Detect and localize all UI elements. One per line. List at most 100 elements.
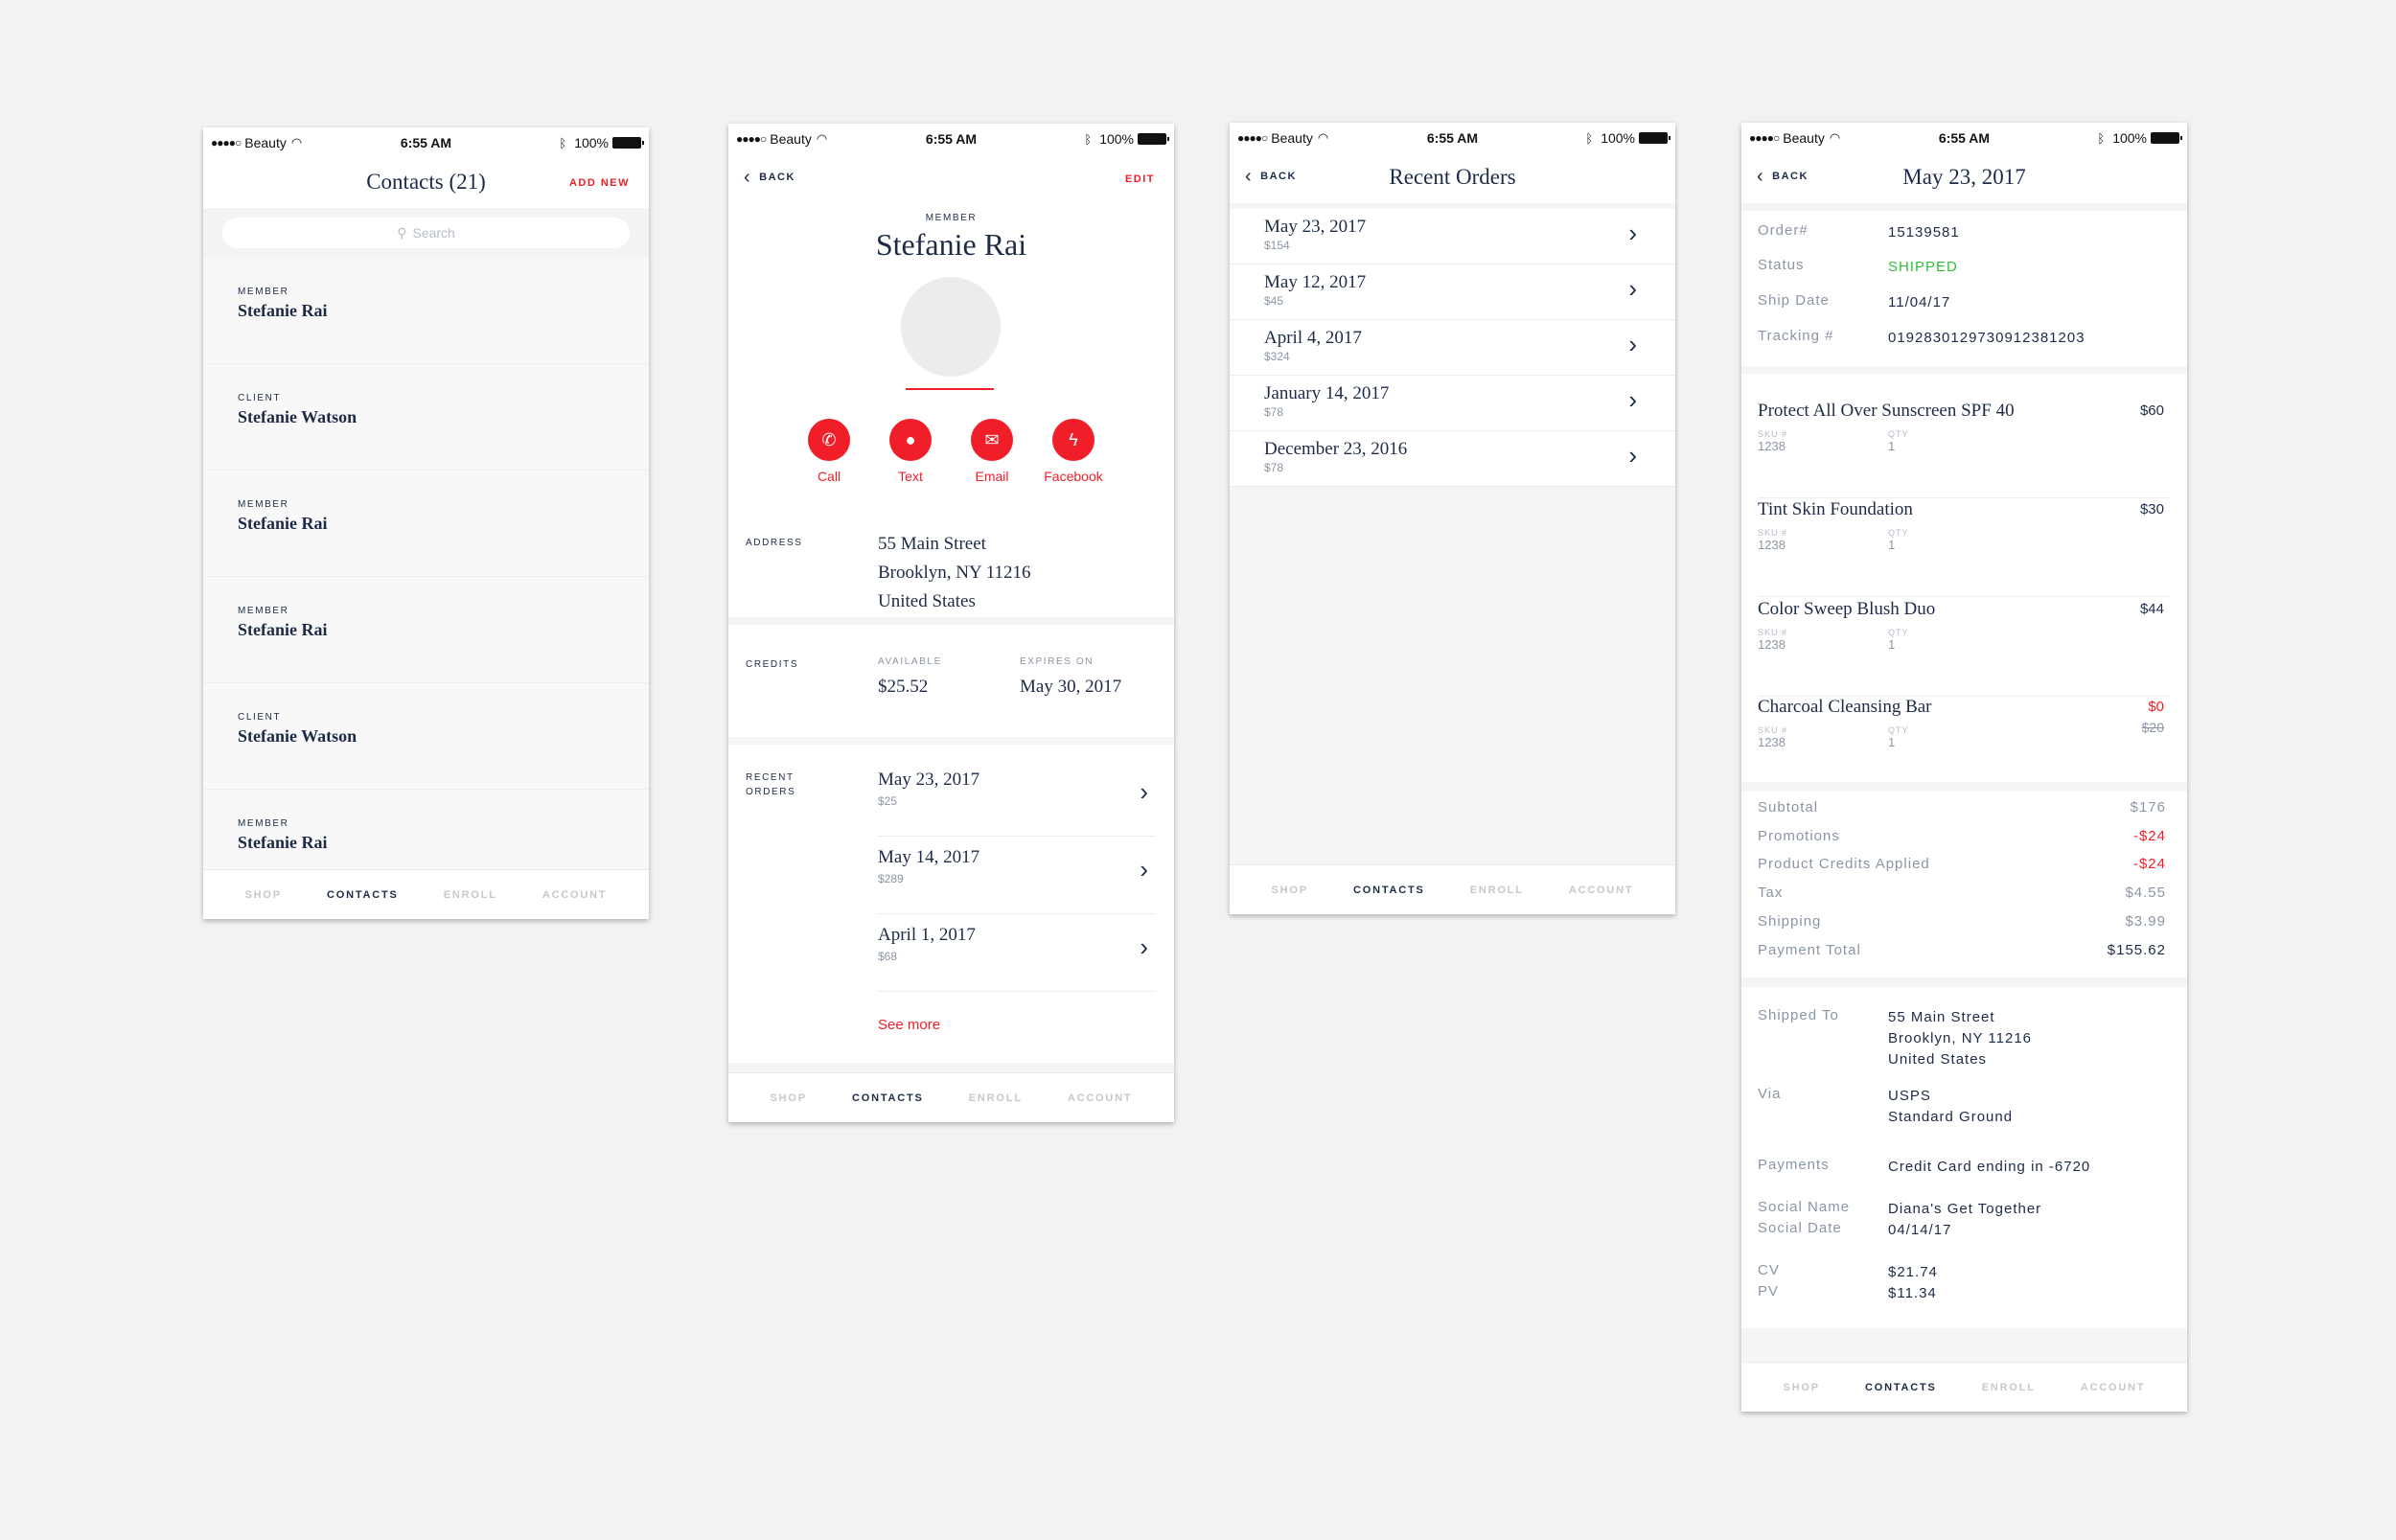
summary-label: Subtotal — [1758, 799, 1819, 816]
tab-shop[interactable]: SHOP — [245, 889, 282, 901]
shipping-row: Shipping $3.99 — [1758, 913, 2166, 932]
chevron-right-icon: › — [1628, 441, 1637, 470]
back-button[interactable]: ‹ BACK — [744, 167, 795, 188]
summary-label: Promotions — [1758, 828, 1840, 844]
order-row[interactable]: April 1, 2017 $68 › — [878, 913, 1156, 992]
tab-contacts[interactable]: CONTACTS — [852, 1092, 924, 1104]
tab-enroll[interactable]: ENROLL — [1470, 885, 1524, 896]
order-row[interactable]: May 14, 2017 $289 › — [878, 836, 1156, 914]
divider — [728, 617, 1174, 625]
tab-account[interactable]: ACCOUNT — [1569, 885, 1634, 896]
product-row[interactable]: Tint Skin Foundation $30 SKU # 1238 QTY … — [1758, 497, 2170, 597]
status-bar: ●●●●○ Beauty ◠ 6:55 AM ᛒ 100% — [728, 124, 1174, 152]
address-line: United States — [878, 591, 976, 611]
sku-value: 1238 — [1758, 538, 1785, 552]
chevron-right-icon: › — [1140, 777, 1148, 806]
list-item[interactable]: MEMBER Stefanie Rai — [203, 790, 649, 869]
add-new-button[interactable]: ADD NEW — [569, 177, 630, 189]
contact-role: MEMBER — [238, 818, 289, 829]
qty-value: 1 — [1888, 637, 1896, 652]
order-price: $154 — [1264, 239, 1290, 252]
list-item[interactable]: January 14, 2017 $78 › — [1230, 376, 1675, 431]
messenger-icon: ϟ — [1052, 419, 1094, 461]
credits-label: CREDITS — [746, 659, 799, 670]
info-label: Payments — [1758, 1157, 1830, 1173]
order-date: May 23, 2017 — [1264, 217, 1367, 237]
order-list: May 23, 2017 $154 › May 12, 2017 $45 › April… — [1230, 209, 1675, 487]
info-value: 0192830129730912381203 — [1888, 330, 2085, 346]
contact-name: Stefanie Rai — [238, 301, 328, 320]
search-input[interactable]: ⚲ Search — [222, 218, 630, 248]
social-date-row: Social Date 04/14/17 — [1758, 1220, 2170, 1241]
tab-account[interactable]: ACCOUNT — [1068, 1092, 1133, 1104]
chevron-right-icon: › — [1140, 855, 1148, 884]
product-row[interactable]: Charcoal Cleansing Bar $0 $20 SKU # 1238… — [1758, 695, 2170, 794]
list-item[interactable]: MEMBER Stefanie Rai — [203, 258, 649, 364]
summary-value: -$24 — [2132, 856, 2166, 872]
tab-shop[interactable]: SHOP — [1784, 1382, 1820, 1393]
tab-contacts[interactable]: CONTACTS — [1353, 885, 1425, 896]
divider — [1741, 366, 2187, 374]
list-item[interactable]: April 4, 2017 $324 › — [1230, 320, 1675, 376]
battery-icon — [1639, 132, 1670, 144]
list-item[interactable]: December 23, 2016 $78 › — [1230, 431, 1675, 487]
order-date: April 1, 2017 — [878, 925, 976, 945]
pv-row: PV $11.34 — [1758, 1283, 2170, 1304]
battery-icon — [612, 137, 644, 149]
info-label: Ship Date — [1758, 292, 1830, 309]
tab-account[interactable]: ACCOUNT — [542, 889, 608, 901]
see-more-link[interactable]: See more — [878, 1017, 940, 1033]
list-item[interactable]: May 23, 2017 $154 › — [1230, 209, 1675, 264]
list-item[interactable]: MEMBER Stefanie Rai — [203, 577, 649, 683]
qty-value: 1 — [1888, 439, 1896, 453]
tab-shop[interactable]: SHOP — [1272, 885, 1308, 896]
chevron-left-icon: ‹ — [744, 167, 752, 188]
contact-role: MEMBER — [238, 499, 289, 510]
facebook-button[interactable]: ϟ Facebook — [1035, 419, 1112, 484]
list-item[interactable]: MEMBER Stefanie Rai — [203, 471, 649, 577]
tab-enroll[interactable]: ENROLL — [1982, 1382, 2036, 1393]
payment-total-row: Payment Total $155.62 — [1758, 942, 2166, 961]
product-name: Charcoal Cleansing Bar — [1758, 697, 1932, 717]
info-label: Tracking # — [1758, 328, 1834, 344]
info-value: Credit Card ending in -6720 — [1888, 1159, 2091, 1175]
page-title: May 23, 2017 — [1902, 165, 2026, 189]
summary-value: -$24 — [2132, 828, 2166, 844]
divider — [1741, 782, 2187, 792]
text-button[interactable]: ● Text — [872, 419, 949, 484]
address-value: 55 Main Street Brooklyn, NY 11216 United… — [878, 530, 1031, 616]
info-value: 15139581 — [1888, 224, 1960, 241]
summary-value: $3.99 — [2125, 913, 2166, 930]
tab-contacts[interactable]: CONTACTS — [327, 889, 399, 901]
tab-shop[interactable]: SHOP — [771, 1092, 807, 1104]
edit-button[interactable]: EDIT — [1125, 173, 1155, 185]
tab-contacts[interactable]: CONTACTS — [1865, 1382, 1937, 1393]
chat-bubble-icon: ● — [889, 419, 932, 461]
email-button[interactable]: ✉ Email — [954, 419, 1030, 484]
product-price: $0 — [2148, 699, 2164, 715]
tab-account[interactable]: ACCOUNT — [2081, 1382, 2146, 1393]
bluetooth-icon: ᛒ — [1585, 130, 1594, 146]
list-item[interactable]: CLIENT Stefanie Watson — [203, 364, 649, 471]
tab-enroll[interactable]: ENROLL — [969, 1092, 1023, 1104]
divider — [1741, 203, 2187, 211]
product-row[interactable]: Protect All Over Sunscreen SPF 40 $60 SK… — [1758, 399, 2170, 498]
info-label: PV — [1758, 1283, 1780, 1299]
list-item[interactable]: CLIENT Stefanie Watson — [203, 683, 649, 790]
battery-label: 100% — [1601, 130, 1635, 146]
original-price: $20 — [2141, 720, 2164, 735]
divider — [1741, 1328, 2187, 1362]
call-label: Call — [817, 469, 841, 484]
expires-label: EXPIRES ON — [1020, 656, 1094, 667]
search-placeholder: Search — [412, 225, 455, 241]
order-price: $45 — [1264, 294, 1284, 308]
order-row[interactable]: May 23, 2017 $25 › — [878, 758, 1156, 837]
product-row[interactable]: Color Sweep Blush Duo $44 SKU # 1238 QTY… — [1758, 597, 2170, 697]
contact-role: CLIENT — [238, 712, 282, 723]
call-button[interactable]: ✆ Call — [791, 419, 867, 484]
list-item[interactable]: May 12, 2017 $45 › — [1230, 264, 1675, 320]
order-number-row: Order# 15139581 — [1758, 222, 2170, 241]
promotions-row: Promotions -$24 — [1758, 828, 2166, 847]
tab-enroll[interactable]: ENROLL — [444, 889, 497, 901]
nav-bar: ‹ BACK Recent Orders — [1230, 151, 1675, 203]
